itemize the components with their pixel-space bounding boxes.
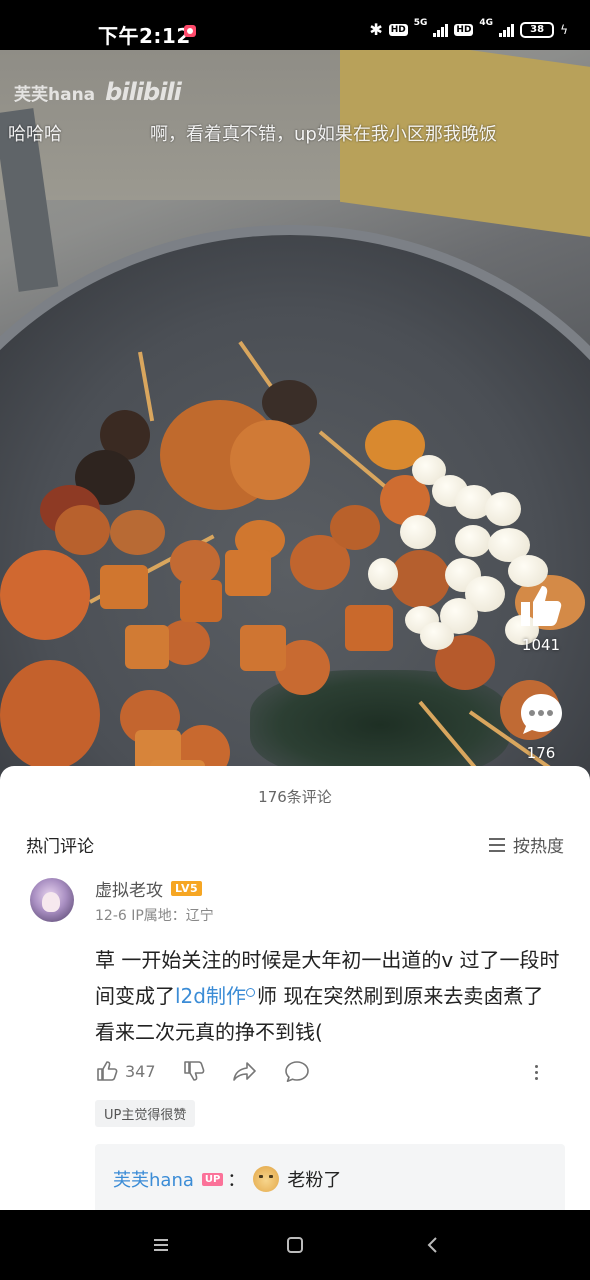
comment-like-count: 347 <box>125 1061 156 1081</box>
signal-icon-2 <box>499 23 515 37</box>
danmaku-comment: 哈哈哈 <box>8 124 62 145</box>
avatar[interactable] <box>30 878 74 922</box>
comment-button[interactable]: 176 <box>506 690 576 762</box>
watermark-user: 芙芙hana <box>14 85 96 105</box>
video-watermark: 芙芙hana bilibili <box>14 78 182 106</box>
home-icon[interactable] <box>282 1232 308 1258</box>
more-options-button[interactable] <box>535 1062 538 1083</box>
status-indicators: ✱ HD 5G HD 4G 38 ϟ <box>369 18 568 40</box>
charging-icon: ϟ <box>560 22 568 37</box>
bilibili-logo: bilibili <box>105 78 182 106</box>
comment-author[interactable]: 虚拟老攻 LV5 <box>95 876 203 901</box>
comment-actions: 347 <box>95 1059 336 1083</box>
comments-title: 176条评论 <box>258 788 332 806</box>
comment-username[interactable]: 虚拟老攻 <box>95 876 163 901</box>
up-badge: UP <box>201 1172 224 1186</box>
like-count: 1041 <box>521 636 561 654</box>
search-link[interactable]: l2d制作 <box>175 984 257 1008</box>
sort-button[interactable]: 按热度 <box>489 832 564 857</box>
up-liked-tag: UP主觉得很赞 <box>95 1100 196 1127</box>
comment-bubble-icon <box>521 694 562 734</box>
comments-section-header: 热门评论 按热度 <box>26 832 564 857</box>
reply-separator: ： <box>227 1170 246 1191</box>
comment-text: 草 一开始关注的时候是大年初一出道的v 过了一段时间变成了l2d制作师 现在突然… <box>95 942 565 1050</box>
thumbs-up-icon <box>521 586 562 626</box>
network-type-1: 5G <box>413 18 428 28</box>
search-link-text[interactable]: l2d制作 <box>175 984 246 1008</box>
reply-author[interactable]: 芙芙hana <box>113 1166 194 1192</box>
comment-share-button[interactable] <box>232 1059 258 1083</box>
system-nav-bar <box>0 1210 590 1280</box>
comment-dislike-button[interactable] <box>182 1059 206 1083</box>
status-time: 下午2:12 <box>98 24 191 48</box>
notification-icon <box>184 25 196 37</box>
back-icon[interactable] <box>420 1232 446 1258</box>
braised-food-image <box>0 340 590 780</box>
reply-bubble-icon <box>284 1061 309 1082</box>
share-arrow-icon <box>232 1062 256 1081</box>
signal-icon-1 <box>433 23 449 37</box>
thumbs-up-outline-icon <box>97 1061 118 1081</box>
sort-lines-icon <box>489 837 505 852</box>
level-badge: LV5 <box>171 881 203 896</box>
search-icon <box>245 988 255 997</box>
comment-count: 176 <box>526 744 556 762</box>
comment-reply-button[interactable] <box>284 1059 310 1083</box>
comment-meta: 12-6 IP属地：辽宁 <box>95 908 214 924</box>
hd-badge-1: HD <box>388 23 408 36</box>
thumbs-down-outline-icon <box>183 1061 204 1081</box>
menu-icon[interactable] <box>148 1232 174 1258</box>
comments-panel: 176条评论 热门评论 按热度 虚拟老攻 LV5 12-6 IP属地：辽宁 草 … <box>0 766 590 1210</box>
danmaku-comment: 啊，看着真不错，up如果在我小区那我晚饭 <box>150 124 497 145</box>
hot-comments-label: 热门评论 <box>26 837 94 857</box>
bluetooth-icon: ✱ <box>369 20 383 39</box>
network-type-2: 4G <box>479 18 494 28</box>
reply-preview[interactable]: 芙芙hana UP ： 老粉了 <box>95 1144 565 1210</box>
hd-badge-2: HD <box>454 23 474 36</box>
like-button[interactable]: 1041 <box>506 580 576 654</box>
sort-label: 按热度 <box>513 837 564 857</box>
comment-like-button[interactable]: 347 <box>95 1059 156 1083</box>
battery-icon: 38 <box>520 21 555 38</box>
video-player[interactable]: 芙芙hana bilibili 哈哈哈 啊，看着真不错，up如果在我小区那我晚饭… <box>0 50 590 780</box>
doge-emoji-icon <box>253 1166 280 1192</box>
reply-line: 芙芙hana UP ： 老粉了 <box>113 1166 341 1192</box>
reply-text: 老粉了 <box>287 1170 342 1191</box>
